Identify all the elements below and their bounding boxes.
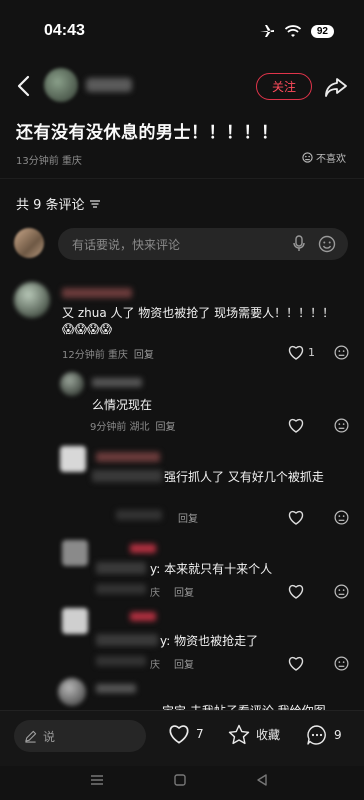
comment-text-blurred: [96, 562, 146, 574]
chevron-left-icon[interactable]: [14, 74, 34, 98]
dislike-face-icon[interactable]: [334, 656, 349, 671]
wifi-icon: [284, 24, 301, 37]
comment-meta: 庆 回复: [150, 656, 194, 671]
status-icons: 92: [259, 24, 334, 38]
comment-author-blurred[interactable]: [96, 452, 160, 462]
heart-icon: [169, 725, 189, 744]
reply-button[interactable]: 回复: [156, 418, 176, 433]
favorite-button[interactable]: 收藏: [228, 724, 280, 745]
comment-text-blurred: [92, 470, 162, 482]
status-time: 04:43: [44, 22, 85, 39]
reply-button[interactable]: 回复: [178, 510, 198, 525]
author-name-blurred[interactable]: [86, 78, 132, 92]
dislike-face-icon: [302, 152, 313, 163]
comment-meta: 12分钟前 重庆 回复: [62, 346, 154, 361]
comment-author-blurred[interactable]: [130, 612, 156, 621]
star-icon: [228, 724, 250, 745]
comments-count[interactable]: 共 9 条评论: [16, 194, 101, 213]
comment-avatar[interactable]: [62, 540, 88, 566]
pen-icon: [25, 730, 37, 743]
mic-icon[interactable]: [292, 235, 306, 253]
comment-text: 强行抓人了 又有好几个被抓走: [164, 470, 324, 484]
comment-text: 又 zhua 人了 物资也被抢了 现场需要人！！！！！: [62, 306, 335, 320]
like-button[interactable]: 7: [168, 724, 204, 744]
dislike-face-icon[interactable]: [334, 584, 349, 599]
post-title: 还有没有没休息的男士！！！！！: [16, 123, 279, 143]
divider: [0, 178, 364, 179]
filter-icon[interactable]: [89, 199, 101, 209]
comment-author-blurred[interactable]: [130, 544, 156, 553]
comment-like[interactable]: 1: [288, 345, 315, 360]
dislike-button[interactable]: 不喜欢: [302, 150, 346, 165]
heart-icon[interactable]: [288, 510, 304, 525]
battery-indicator: 92: [310, 24, 334, 38]
heart-icon[interactable]: [288, 345, 304, 360]
reply-button[interactable]: 回复: [174, 656, 194, 671]
favorite-label: 收藏: [256, 728, 281, 742]
comment-time-location: 庆: [150, 660, 160, 671]
comment-avatar[interactable]: [60, 446, 86, 472]
like-count: 7: [196, 727, 204, 741]
dislike-label: 不喜欢: [316, 154, 346, 165]
comment-author-blurred[interactable]: [96, 684, 136, 693]
share-icon[interactable]: [324, 76, 348, 98]
comment-input-placeholder: 有话要说，快来评论: [72, 237, 181, 252]
comment-text: y: 本来就只有十来个人: [150, 562, 273, 576]
heart-icon[interactable]: [288, 656, 304, 671]
comment-avatar[interactable]: [14, 282, 50, 318]
heart-icon[interactable]: [288, 584, 304, 599]
post-meta: 13分钟前 重庆: [16, 156, 82, 167]
system-nav-bar: [0, 766, 364, 800]
bottom-comment-input[interactable]: 说: [14, 720, 146, 752]
comment-time-location: 庆: [150, 588, 160, 599]
reply-button[interactable]: 回复: [134, 346, 154, 361]
comment-avatar[interactable]: [62, 608, 88, 634]
comment-author-blurred[interactable]: [62, 288, 132, 298]
dislike-face-icon[interactable]: [334, 418, 349, 433]
status-bar: 04:43 92: [0, 0, 364, 62]
comment-avatar[interactable]: [60, 372, 84, 396]
bottom-input-label: 说: [43, 729, 56, 744]
comment-time-location: 12分钟前 重庆: [62, 350, 128, 361]
comment-text: y: 物资也被抢走了: [160, 634, 259, 648]
comment-avatar[interactable]: [58, 678, 86, 706]
comment-text-blurred: [96, 634, 158, 646]
menu-icon[interactable]: [90, 774, 104, 786]
comment-meta-blurred: [116, 510, 162, 520]
reply-button[interactable]: 回复: [174, 584, 194, 599]
author-avatar[interactable]: [44, 68, 78, 102]
home-icon[interactable]: [174, 774, 186, 786]
airplane-icon: [259, 25, 274, 37]
back-triangle-icon[interactable]: [256, 774, 268, 786]
comment-meta-blurred: [96, 584, 146, 594]
comment-emoji: 😱😱😱😱: [62, 322, 113, 336]
comment-text: 么情况现在: [92, 398, 153, 412]
comment-input[interactable]: 有话要说，快来评论: [58, 228, 348, 260]
comment-icon: [307, 725, 326, 745]
comments-count-label: 共 9 条评论: [16, 198, 85, 213]
comment-meta: 庆 回复: [150, 584, 194, 599]
my-avatar: [14, 228, 44, 258]
comment-like-count: 1: [308, 346, 315, 359]
comment-count: 9: [334, 728, 342, 742]
dislike-face-icon[interactable]: [334, 345, 349, 360]
emoji-icon[interactable]: [318, 235, 336, 253]
dislike-face-icon[interactable]: [334, 510, 349, 525]
comment-meta-blurred: [96, 656, 146, 666]
comment-meta: 9分钟前 湖北 回复: [90, 418, 176, 433]
comment-button[interactable]: 9: [306, 724, 342, 746]
comment-time-location: 9分钟前 湖北: [90, 422, 150, 433]
heart-icon[interactable]: [288, 418, 304, 433]
follow-button[interactable]: 关注: [256, 73, 312, 100]
comment-author-blurred[interactable]: [92, 378, 142, 387]
